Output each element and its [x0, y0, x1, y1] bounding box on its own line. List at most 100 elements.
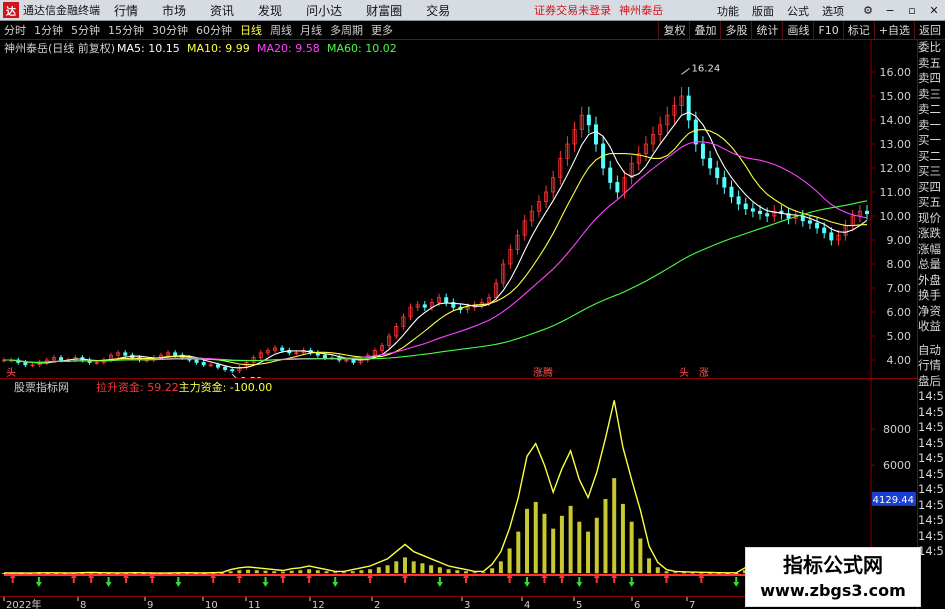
date-tick-label: 9 — [147, 600, 153, 609]
sell-arrow-icon — [733, 577, 740, 587]
quote-field-label: 涨幅 — [918, 241, 941, 256]
draw-button[interactable]: 画线 — [782, 21, 813, 40]
settings-icon[interactable]: ⚙ — [857, 0, 879, 21]
volume-bar — [490, 568, 495, 574]
ind-tick-label: 6000 — [883, 459, 911, 472]
menu-trade[interactable]: 交易 — [426, 2, 450, 19]
login-notice[interactable]: 证券交易未登录 — [534, 2, 611, 18]
volume-bar — [376, 567, 381, 574]
menu-quotes[interactable]: 行情 — [114, 2, 138, 19]
price-tick-label: 11.00 — [880, 186, 912, 199]
multi-stock-button[interactable]: 多股 — [720, 21, 751, 40]
volume-bar — [612, 478, 617, 574]
period-monthly[interactable]: 月线 — [300, 22, 322, 38]
tick-field-label: 14:5 — [918, 389, 944, 403]
period-30min[interactable]: 30分钟 — [152, 22, 188, 38]
volume-bar — [664, 571, 669, 574]
tick-field-label: 14:5 — [918, 466, 944, 481]
mark-button[interactable]: 标记 — [842, 21, 874, 40]
quote-field-label: 买三 — [918, 164, 941, 178]
kline-chart[interactable]: 16.00 15.00 14.00 13.00 12.00 11.00 10.00 9.00 8… — [0, 40, 945, 387]
price-tick-label: 15.00 — [880, 90, 912, 103]
menu-discover[interactable]: 发现 — [258, 2, 282, 19]
tick-field-label: 自动 — [918, 342, 941, 357]
date-tick-label: 12 — [312, 600, 325, 609]
date-tick-label: 5 — [576, 600, 582, 609]
volume-bar — [481, 572, 486, 574]
stats-button[interactable]: 统计 — [751, 21, 782, 40]
price-tick-label: 12.00 — [880, 162, 912, 175]
price-tick-label: 5.00 — [887, 330, 912, 343]
volume-bar — [263, 570, 268, 574]
period-daily[interactable]: 日线 — [240, 22, 262, 38]
current-value-label: 4129.44 — [873, 495, 914, 506]
minimize-icon[interactable]: − — [879, 0, 901, 21]
period-weekly[interactable]: 周线 — [270, 22, 292, 38]
tick-field-label: 14:5 — [918, 451, 944, 465]
volume-bar — [394, 561, 399, 574]
candle-body — [201, 361, 206, 366]
period-15min[interactable]: 15分钟 — [108, 22, 144, 38]
volume-bar — [472, 572, 477, 574]
menu-layout[interactable]: 版面 — [752, 3, 774, 19]
sell-arrow-icon — [628, 577, 635, 587]
menu-options[interactable]: 选项 — [822, 3, 844, 19]
tdx-app: 达 通达信金融终端 行情 市场 资讯 发现 问小达 财富圈 交易 证券交易未登录… — [0, 0, 945, 609]
adjust-button[interactable]: 复权 — [658, 21, 689, 40]
sell-arrow-icon — [105, 577, 112, 587]
volume-bar — [629, 521, 634, 574]
volume-bar — [655, 567, 660, 574]
restore-icon[interactable]: ▫ — [901, 0, 923, 21]
volume-bar — [586, 531, 591, 574]
candle-body — [194, 359, 199, 363]
close-icon[interactable]: ✕ — [923, 0, 945, 21]
quote-field-label: 外盘 — [918, 272, 941, 287]
overlay-button[interactable]: 叠加 — [689, 21, 720, 40]
quote-field-label: 净资 — [918, 303, 941, 318]
volume-bar — [307, 569, 312, 574]
period-more[interactable]: 更多 — [371, 22, 393, 38]
volume-bar — [289, 570, 294, 574]
price-tick-label: 6.00 — [887, 306, 912, 319]
candle-body — [23, 361, 28, 366]
volume-bar — [359, 570, 364, 574]
quote-fields: 委比 卖五 卖四 卖三 卖二 卖一 买一 买二 买三 买四 买五 现价 涨跌 涨幅 总量 外盘 换手 净资 收益 — [918, 40, 945, 335]
menu-wealth[interactable]: 财富圈 — [366, 2, 402, 19]
menu-function[interactable]: 功能 — [717, 3, 739, 19]
candle-body — [615, 181, 620, 193]
candle-body — [765, 213, 770, 217]
volume-bar — [298, 570, 303, 574]
tick-field-label: 14:5 — [918, 528, 944, 543]
menu-ask[interactable]: 问小达 — [306, 2, 342, 19]
candle-body — [173, 352, 178, 356]
volume-bar — [350, 571, 355, 574]
f10-button[interactable]: F10 — [813, 21, 842, 40]
tick-field-label: 14:5 — [918, 435, 944, 450]
chart-title: 神州泰岳(日线 前复权) — [4, 41, 115, 55]
menu-news[interactable]: 资讯 — [210, 2, 234, 19]
period-60min[interactable]: 60分钟 — [196, 22, 232, 38]
ma5-line — [4, 111, 868, 369]
candle-body — [230, 369, 235, 372]
sell-arrow-icon — [436, 577, 443, 587]
tick-field-label: 14:5 — [918, 513, 944, 527]
period-5min[interactable]: 5分钟 — [71, 22, 100, 38]
tick-field-label: 14:5 — [918, 404, 944, 419]
volume-bar — [254, 570, 259, 574]
date-tick-label: 3 — [464, 600, 470, 609]
period-1min[interactable]: 1分钟 — [34, 22, 63, 38]
candle-body — [322, 354, 327, 359]
back-button[interactable]: 返回 — [914, 21, 945, 40]
add-watchlist-button[interactable]: +自选 — [873, 21, 914, 40]
price-tick-label: 14.00 — [880, 114, 912, 127]
kline-svg: 16.00 15.00 14.00 13.00 12.00 11.00 10.00 9.00 8… — [2, 40, 912, 387]
volume-bar — [246, 569, 251, 574]
date-tick-label: 4 — [524, 600, 530, 609]
menu-formula[interactable]: 公式 — [787, 3, 809, 19]
date-tick-label: 11 — [248, 600, 261, 609]
menu-market[interactable]: 市场 — [162, 2, 186, 19]
ma-label: MA60: 10.02 — [327, 42, 397, 55]
volume-bar — [272, 571, 277, 574]
period-timeshare[interactable]: 分时 — [4, 22, 26, 38]
period-multi[interactable]: 多周期 — [330, 22, 363, 38]
